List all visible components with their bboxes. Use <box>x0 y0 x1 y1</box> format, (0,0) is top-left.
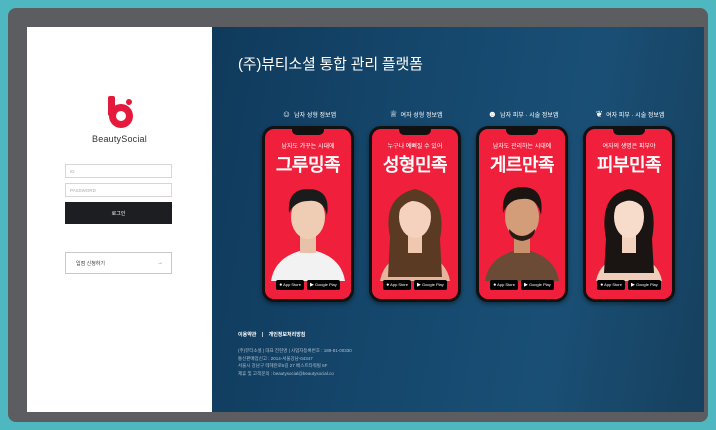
store-badges: ● App Store ▶ Google Play <box>479 280 565 290</box>
company-info-line: 서울시 강남구 테헤란로5길 27 베스트타워빌 6F <box>238 363 328 368</box>
app-store-badge[interactable]: ● App Store <box>490 280 518 290</box>
app-name: 성형민족 <box>382 155 448 175</box>
app-screen: BeautySocial 로그인 입점 신청하기 → (주)뷰티소셜 통합 관리… <box>27 27 704 412</box>
male-face-icon: ☻ <box>487 109 498 119</box>
leaf-icon: ❦ <box>595 108 604 119</box>
company-info-line: (주)뷰티소셜 | 대표 전현명 | 사업자등록번호 : 189-81-0033… <box>238 348 352 353</box>
app-label-text: 남자 피부 · 시술 정보앱 <box>500 112 559 119</box>
model-portrait-image <box>380 189 450 281</box>
google-play-badge[interactable]: ▶ Google Play <box>413 280 447 290</box>
model-portrait-image <box>271 189 345 281</box>
app-label: ☻ 남자 피부 · 시술 정보앱 <box>476 107 570 121</box>
play-icon: ▶ <box>630 282 635 288</box>
privacy-link[interactable]: 개인정보처리방침 <box>269 332 306 338</box>
phone-screen: 남자도 관리하는 시대에 게르만족 ● App Store ▶ Google P… <box>479 129 565 299</box>
store-badges: ● App Store ▶ Google Play <box>372 280 458 290</box>
play-icon: ▶ <box>309 282 314 288</box>
play-icon: ▶ <box>416 282 421 288</box>
app-tagline: 여자의 생명은 피부야 <box>602 144 656 150</box>
app-tagline: 누구나 예뻐질 수 있어 <box>387 144 443 150</box>
store-badges: ● App Store ▶ Google Play <box>586 280 672 290</box>
phone-notch <box>292 129 324 135</box>
app-name: 게르만족 <box>489 155 555 175</box>
google-play-badge[interactable]: ▶ Google Play <box>306 280 340 290</box>
app-card[interactable]: ♕ 여자 성형 정보앱 누구나 예뻐질 수 있어 성형민족 ● App Stor… <box>369 107 463 302</box>
google-play-badge[interactable]: ▶ Google Play <box>520 280 554 290</box>
beautysocial-logo-icon <box>107 96 133 128</box>
store-badges: ● App Store ▶ Google Play <box>265 280 351 290</box>
company-info-line: 통신판매업신고 : 2014-서울강남-04347 <box>238 355 313 361</box>
app-list: ☺ 남자 성형 정보앱 남자도 가꾸는 시대에 그루밍족 ● App Store… <box>262 107 677 302</box>
app-store-badge[interactable]: ● App Store <box>276 280 304 290</box>
phone-notch <box>506 129 538 135</box>
company-info-line: 제휴 및 고객문의 : beautysocial@beautysocial.co <box>238 370 334 376</box>
model-portrait-image <box>596 189 662 281</box>
arrow-right-icon: → <box>157 260 163 266</box>
app-tagline: 남자도 관리하는 시대에 <box>492 144 552 150</box>
app-tagline: 남자도 가꾸는 시대에 <box>281 144 335 150</box>
phone-mockup: 남자도 관리하는 시대에 게르만족 ● App Store ▶ Google P… <box>476 126 568 302</box>
id-input[interactable] <box>65 164 172 178</box>
app-label: ☺ 남자 성형 정보앱 <box>262 107 356 121</box>
model-portrait-image <box>485 187 559 281</box>
app-label: ❦ 여자 피부 · 시술 정보앱 <box>583 107 677 121</box>
phone-notch <box>399 129 431 135</box>
footer-links: 이용약관 | 개인정보처리방침 <box>238 331 352 338</box>
app-label-text: 남자 성형 정보앱 <box>294 112 337 119</box>
phone-screen: 남자도 가꾸는 시대에 그루밍족 ● App Store ▶ Google Pl… <box>265 129 351 299</box>
footer-separator: | <box>261 332 264 338</box>
app-card[interactable]: ❦ 여자 피부 · 시술 정보앱 여자의 생명은 피부야 피부민족 ● App … <box>583 107 677 302</box>
phone-mockup: 여자의 생명은 피부야 피부민족 ● App Store ▶ Google Pl… <box>583 126 675 302</box>
store-apply-label: 입점 신청하기 <box>76 260 105 267</box>
brand-name: BeautySocial <box>92 134 147 144</box>
apple-icon: ● <box>600 282 604 288</box>
login-button[interactable]: 로그인 <box>65 202 172 224</box>
apple-icon: ● <box>279 282 283 288</box>
password-input[interactable] <box>65 183 172 197</box>
google-play-badge[interactable]: ▶ Google Play <box>627 280 661 290</box>
phone-mockup: 남자도 가꾸는 시대에 그루밍족 ● App Store ▶ Google Pl… <box>262 126 354 302</box>
phone-screen: 여자의 생명은 피부야 피부민족 ● App Store ▶ Google Pl… <box>586 129 672 299</box>
page-title: (주)뷰티소셜 통합 관리 플랫폼 <box>238 56 423 73</box>
app-store-badge[interactable]: ● App Store <box>383 280 411 290</box>
app-name: 피부민족 <box>596 155 662 175</box>
male-face-icon: ☺ <box>281 109 292 119</box>
app-label: ♕ 여자 성형 정보앱 <box>369 107 463 121</box>
apple-icon: ● <box>493 282 497 288</box>
phone-mockup: 누구나 예뻐질 수 있어 성형민족 ● App Store ▶ Google P… <box>369 126 461 302</box>
app-label-text: 여자 피부 · 시술 정보앱 <box>606 112 665 119</box>
phone-notch <box>613 129 645 135</box>
platform-hero: (주)뷰티소셜 통합 관리 플랫폼 ☺ 남자 성형 정보앱 남자도 가꾸는 시대… <box>212 27 704 412</box>
app-name: 그루밍족 <box>275 155 341 175</box>
phone-screen: 누구나 예뻐질 수 있어 성형민족 ● App Store ▶ Google P… <box>372 129 458 299</box>
apple-icon: ● <box>386 282 390 288</box>
footer: 이용약관 | 개인정보처리방침 (주)뷰티소셜 | 대표 전현명 | 사업자등록… <box>238 331 352 377</box>
login-panel: BeautySocial 로그인 입점 신청하기 → <box>27 27 212 412</box>
play-icon: ▶ <box>523 282 528 288</box>
crown-icon: ♕ <box>389 108 398 119</box>
app-label-text: 여자 성형 정보앱 <box>400 112 443 119</box>
store-apply-button[interactable]: 입점 신청하기 → <box>65 252 172 274</box>
brand-logo: BeautySocial <box>27 96 212 144</box>
app-store-badge[interactable]: ● App Store <box>597 280 625 290</box>
app-card[interactable]: ☺ 남자 성형 정보앱 남자도 가꾸는 시대에 그루밍족 ● App Store… <box>262 107 356 302</box>
terms-link[interactable]: 이용약관 <box>238 332 256 338</box>
app-card[interactable]: ☻ 남자 피부 · 시술 정보앱 남자도 관리하는 시대에 게르만족 ● App… <box>476 107 570 302</box>
